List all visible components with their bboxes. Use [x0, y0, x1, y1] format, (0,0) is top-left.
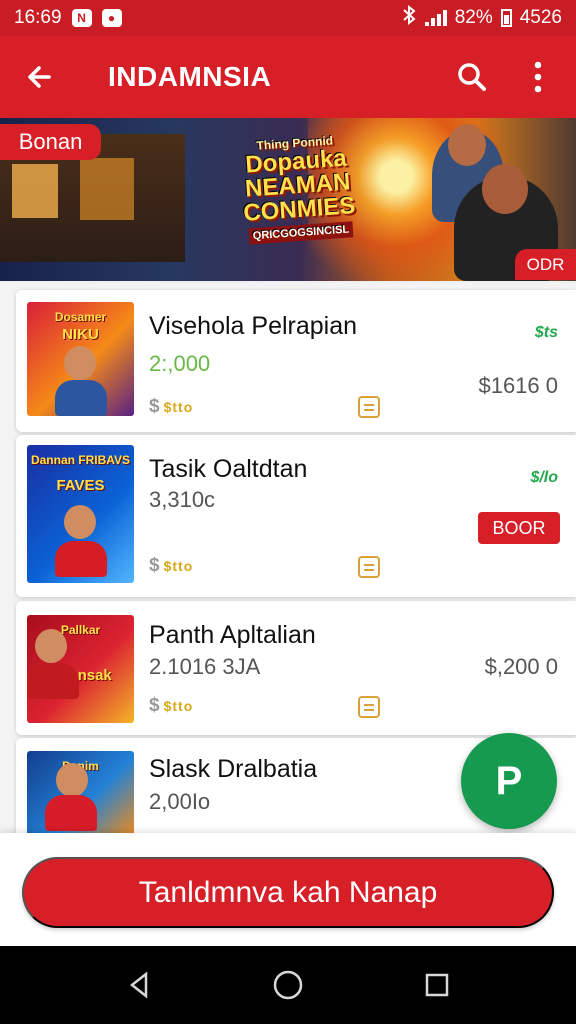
- triangle-back-icon: [129, 971, 147, 999]
- item-title: Slask Dralbatia: [149, 755, 318, 783]
- item-meta-text: $tto: [163, 698, 194, 714]
- thumbnail-title-small: Dosamer: [54, 310, 107, 324]
- item-title: Visehola Pelrapian: [149, 312, 358, 340]
- search-button[interactable]: [450, 55, 494, 99]
- battery-icon: [500, 9, 512, 27]
- dollar-icon: $: [149, 555, 160, 576]
- recents-nav-button[interactable]: [411, 959, 463, 1011]
- primary-action-button[interactable]: Tanldmnva kah Nanap: [22, 857, 554, 928]
- notification-letter: N: [77, 11, 86, 25]
- list-item[interactable]: Pallkar Haunsak Panth Apltalian 2.1016 3…: [16, 601, 576, 735]
- more-vert-icon: [534, 61, 542, 93]
- item-price: $1616 0: [478, 373, 558, 398]
- thumbnail-character-body: [55, 541, 107, 577]
- thumbnail-character-head: [35, 629, 67, 663]
- thumbnail-character-head: [64, 346, 96, 380]
- item-subvalue: 2:,000: [149, 351, 211, 376]
- battery-percent: 82%: [454, 7, 493, 28]
- signal-icon: [424, 10, 447, 26]
- app-notification-icon: ●: [101, 9, 122, 27]
- item-subvalue: 2.1016 3JA: [149, 654, 261, 679]
- thumbnail-character-head: [56, 763, 88, 797]
- list-item[interactable]: Dannan FRIBAVS FAVES Tasik Oaltdtan 3,31…: [16, 435, 576, 597]
- document-icon[interactable]: [358, 396, 380, 418]
- android-navigation-bar: [0, 946, 576, 1024]
- item-badge[interactable]: BOOR: [478, 512, 560, 544]
- thumbnail-title-large: FAVES: [56, 477, 105, 494]
- banner-tag-right: ODR: [515, 249, 576, 280]
- bottom-action-panel: Tanldmnva kah Nanap: [0, 833, 576, 946]
- item-thumbnail: Dannan FRIBAVS FAVES: [27, 445, 134, 583]
- app-actions: [450, 55, 560, 99]
- list-item[interactable]: Dosamer NIKU Visehola Pelrapian 2:,000 $…: [16, 290, 576, 432]
- status-right: 82% 4526: [401, 4, 562, 31]
- thumbnail-character-body: [55, 380, 107, 416]
- item-meta: $ $tto: [149, 555, 193, 577]
- dollar-icon: $: [149, 396, 160, 417]
- search-icon: [458, 63, 486, 91]
- back-arrow-icon: [28, 66, 51, 88]
- item-status-note: $ts: [534, 324, 558, 341]
- item-subvalue: 3,310c: [149, 487, 216, 512]
- bluetooth-icon: [401, 4, 417, 31]
- back-nav-button[interactable]: [113, 959, 165, 1011]
- app-title: INDAMNSIA: [108, 61, 272, 92]
- back-button[interactable]: [16, 53, 64, 101]
- home-circle-icon: [273, 970, 303, 1000]
- item-thumbnail: Pallkar Haunsak: [27, 615, 134, 723]
- item-title: Tasik Oaltdtan: [149, 455, 308, 483]
- banner-tag-left: Bonan: [0, 124, 101, 160]
- item-meta: $ $tto: [149, 695, 193, 717]
- floating-action-button[interactable]: P: [461, 733, 557, 829]
- app-bar: INDAMNSIA: [0, 36, 576, 118]
- item-status-note: $/lo: [530, 469, 558, 486]
- square-recents-icon: [426, 973, 449, 997]
- thumbnail-character-head: [64, 505, 96, 539]
- banner-logo-subtitle: QRICGOGSINCISL: [248, 221, 354, 245]
- document-icon[interactable]: [358, 696, 380, 718]
- document-icon[interactable]: [358, 556, 380, 578]
- home-nav-button[interactable]: [262, 959, 314, 1011]
- item-thumbnail: Dosamer NIKU: [27, 302, 134, 416]
- dollar-icon: $: [149, 695, 160, 716]
- item-thumbnail: Denim: [27, 751, 134, 833]
- item-meta-text: $tto: [163, 399, 194, 415]
- thumbnail-title-small: Dannan FRIBAVS: [30, 453, 131, 467]
- more-options-button[interactable]: [516, 55, 560, 99]
- item-subvalue: 2,00Io: [149, 789, 211, 814]
- thumbnail-character-body: [45, 795, 97, 831]
- item-price: $,200 0: [484, 654, 558, 679]
- status-left: 16:69 N ●: [14, 7, 122, 29]
- banner-logo: Thing Ponnid Dopauka NEAMAN CONMIES QRIC…: [218, 131, 377, 249]
- item-meta: $ $tto: [149, 396, 193, 418]
- notification-icon: N: [71, 9, 92, 27]
- fab-p-icon: P: [495, 758, 523, 803]
- status-bar: 16:69 N ● 82% 4526: [0, 0, 576, 36]
- notification-dot: ●: [107, 11, 116, 25]
- thumbnail-title-large: NIKU: [62, 326, 99, 343]
- thumbnail-character-body: [27, 663, 79, 699]
- item-meta-text: $tto: [163, 558, 194, 574]
- status-extra: 4526: [519, 7, 562, 28]
- item-title: Panth Apltalian: [149, 621, 316, 649]
- status-time: 16:69: [14, 7, 62, 28]
